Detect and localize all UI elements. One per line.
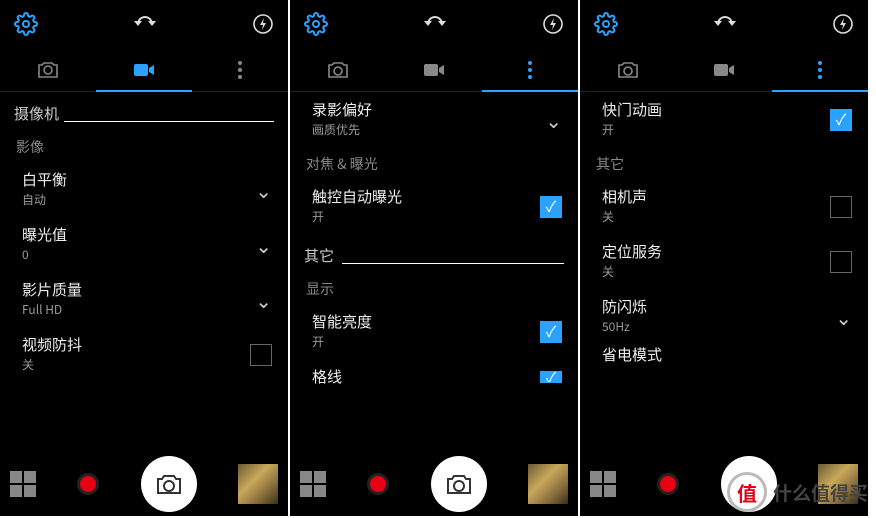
checkbox-on[interactable]: ✓ <box>540 196 562 218</box>
tab-photo[interactable] <box>0 48 96 91</box>
tab-photo[interactable] <box>290 48 386 91</box>
mode-grid-icon[interactable] <box>590 471 616 497</box>
subhead-display: 显示 <box>290 272 578 304</box>
tab-indicator <box>482 90 578 92</box>
record-button[interactable] <box>367 473 389 495</box>
shutter-button[interactable] <box>431 456 487 512</box>
top-bar <box>580 0 868 48</box>
panel-2: 录影偏好画质优先⌄ 对焦 & 曝光 触控自动曝光开✓ 其它 显示 智能亮度开✓ … <box>290 0 580 516</box>
tab-bar <box>580 48 868 92</box>
panel-1: 摄像机 影像 白平衡自动⌄ 曝光值0⌄ 影片质量Full HD⌄ 视频防抖关 <box>0 0 290 516</box>
item-exposure[interactable]: 曝光值0⌄ <box>0 217 288 272</box>
mode-grid-icon[interactable] <box>10 471 36 497</box>
chevron-down-icon: ⌄ <box>835 302 852 331</box>
tab-more[interactable] <box>192 48 288 91</box>
record-button[interactable] <box>657 473 679 495</box>
tab-more[interactable] <box>482 48 578 91</box>
switch-camera-icon[interactable] <box>38 13 252 35</box>
tab-video[interactable] <box>96 48 192 91</box>
checkbox-on[interactable]: ✓ <box>540 371 562 383</box>
watermark: 值 什么值得买 <box>727 472 868 512</box>
tab-more[interactable] <box>772 48 868 91</box>
settings-icon[interactable] <box>14 12 38 36</box>
flash-icon[interactable] <box>252 13 274 35</box>
settings-list[interactable]: 摄像机 影像 白平衡自动⌄ 曝光值0⌄ 影片质量Full HD⌄ 视频防抖关 <box>0 92 288 452</box>
item-antiflicker[interactable]: 防闪烁50Hz⌄ <box>580 289 868 344</box>
item-shutter-anim[interactable]: 快门动画开✓ <box>580 92 868 147</box>
checkbox-off[interactable] <box>250 344 272 366</box>
record-button[interactable] <box>77 473 99 495</box>
chevron-down-icon: ⌄ <box>545 105 562 134</box>
subhead-other: 其它 <box>580 147 868 179</box>
top-bar <box>0 0 288 48</box>
settings-list[interactable]: 录影偏好画质优先⌄ 对焦 & 曝光 触控自动曝光开✓ 其它 显示 智能亮度开✓ … <box>290 92 578 452</box>
tab-video[interactable] <box>386 48 482 91</box>
flash-icon[interactable] <box>832 13 854 35</box>
bottom-bar <box>0 452 288 516</box>
item-location[interactable]: 定位服务关 <box>580 234 868 289</box>
section-camera: 摄像机 <box>0 92 288 130</box>
item-touch-exposure[interactable]: 触控自动曝光开✓ <box>290 179 578 234</box>
subhead-focus-exposure: 对焦 & 曝光 <box>290 147 578 179</box>
checkbox-off[interactable] <box>830 251 852 273</box>
tab-photo[interactable] <box>580 48 676 91</box>
mode-grid-icon[interactable] <box>300 471 326 497</box>
tab-bar <box>290 48 578 92</box>
tab-indicator <box>772 90 868 92</box>
flash-icon[interactable] <box>542 13 564 35</box>
top-bar <box>290 0 578 48</box>
watermark-badge-icon: 值 <box>727 472 767 512</box>
chevron-down-icon: ⌄ <box>255 175 272 204</box>
checkbox-off[interactable] <box>830 196 852 218</box>
tab-video[interactable] <box>676 48 772 91</box>
panel-3: 快门动画开✓ 其它 相机声关 定位服务关 防闪烁50Hz⌄ 省电模式 <box>580 0 870 516</box>
checkbox-on[interactable]: ✓ <box>540 321 562 343</box>
switch-camera-icon[interactable] <box>328 13 542 35</box>
checkbox-on[interactable]: ✓ <box>830 109 852 131</box>
chevron-down-icon: ⌄ <box>255 285 272 314</box>
settings-icon[interactable] <box>304 12 328 36</box>
chevron-down-icon: ⌄ <box>255 230 272 259</box>
item-video-quality[interactable]: 影片质量Full HD⌄ <box>0 272 288 327</box>
item-gridlines[interactable]: 格线✓ <box>290 359 578 388</box>
item-white-balance[interactable]: 白平衡自动⌄ <box>0 162 288 217</box>
settings-list[interactable]: 快门动画开✓ 其它 相机声关 定位服务关 防闪烁50Hz⌄ 省电模式 <box>580 92 868 452</box>
item-camera-sound[interactable]: 相机声关 <box>580 179 868 234</box>
gallery-thumbnail[interactable] <box>238 464 278 504</box>
item-stabilization[interactable]: 视频防抖关 <box>0 327 288 382</box>
section-other: 其它 <box>290 234 578 272</box>
settings-icon[interactable] <box>594 12 618 36</box>
gallery-thumbnail[interactable] <box>528 464 568 504</box>
item-power-save-cutoff[interactable]: 省电模式 <box>580 344 868 365</box>
watermark-text: 什么值得买 <box>773 479 868 506</box>
bottom-bar <box>290 452 578 516</box>
switch-camera-icon[interactable] <box>618 13 832 35</box>
item-smart-brightness[interactable]: 智能亮度开✓ <box>290 304 578 359</box>
subhead-image: 影像 <box>0 130 288 162</box>
tab-bar <box>0 48 288 92</box>
shutter-button[interactable] <box>141 456 197 512</box>
item-record-pref[interactable]: 录影偏好画质优先⌄ <box>290 92 578 147</box>
